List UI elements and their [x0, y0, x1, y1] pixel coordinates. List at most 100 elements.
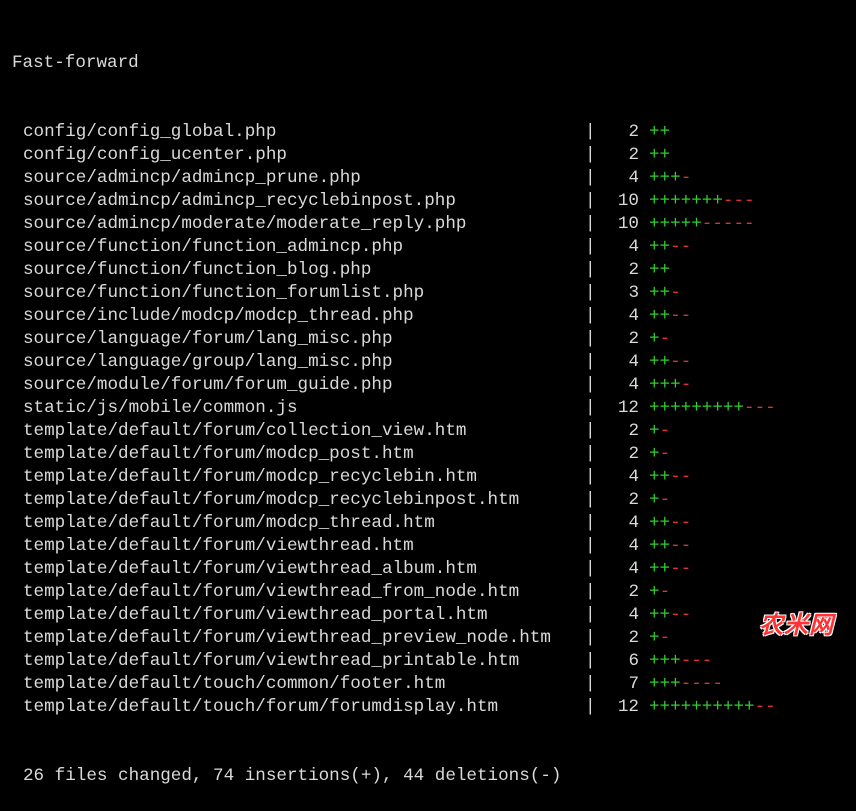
change-count: 4: [628, 467, 639, 487]
change-count: 12: [617, 398, 639, 418]
diffstat-row: template/default/touch/common/footer.htm…: [0, 673, 856, 696]
change-count: 2: [628, 145, 639, 165]
change-count: 2: [628, 628, 639, 648]
change-count: 2: [628, 444, 639, 464]
column-separator: |: [585, 145, 596, 165]
deletions-marks: -----: [701, 214, 755, 234]
diffstat-row: template/default/forum/viewthread_album.…: [0, 558, 856, 581]
change-bar: +++---: [639, 650, 712, 673]
file-path: template/default/touch/common/footer.htm: [23, 674, 446, 694]
deletions-marks: --: [670, 513, 692, 533]
column-separator: |: [585, 444, 596, 464]
deletions-marks: ---: [722, 191, 755, 211]
column-separator: |: [585, 559, 596, 579]
change-bar: ++--: [639, 604, 691, 627]
diffstat-row: source/admincp/admincp_recyclebinpost.ph…: [0, 190, 856, 213]
change-count: 2: [628, 582, 639, 602]
change-bar: ++--: [639, 236, 691, 259]
deletions-marks: -: [659, 444, 671, 464]
diffstat-row: source/admincp/moderate/moderate_reply.p…: [0, 213, 856, 236]
column-separator: |: [585, 306, 596, 326]
column-separator: |: [585, 122, 596, 142]
change-count: 2: [628, 260, 639, 280]
insertions-marks: ++: [649, 605, 671, 625]
insertions-marks: +++: [649, 674, 681, 694]
file-path: source/admincp/admincp_recyclebinpost.ph…: [23, 191, 456, 211]
file-path: template/default/forum/modcp_post.htm: [23, 444, 414, 464]
file-path: template/default/forum/collection_view.h…: [23, 421, 467, 441]
change-bar: ++--: [639, 535, 691, 558]
change-bar: ++: [639, 121, 670, 144]
deletions-marks: -: [659, 628, 671, 648]
change-bar: +++-: [639, 374, 691, 397]
diffstat-row: template/default/forum/viewthread_from_n…: [0, 581, 856, 604]
insertions-marks: +: [649, 582, 660, 602]
diffstat-row: template/default/forum/viewthread_previe…: [0, 627, 856, 650]
change-bar: ++: [639, 144, 670, 167]
change-bar: +-: [639, 443, 670, 466]
change-count: 3: [628, 283, 639, 303]
file-path: template/default/forum/viewthread_previe…: [23, 628, 551, 648]
insertions-marks: +++++: [649, 214, 702, 234]
column-separator: |: [585, 651, 596, 671]
diffstat-list: config/config_global.php | 2 ++ config/confi…: [0, 121, 856, 719]
diffstat-row: source/language/group/lang_misc.php | 4 ++-…: [0, 351, 856, 374]
insertions-marks: ++: [649, 559, 671, 579]
file-path: source/admincp/moderate/moderate_reply.p…: [23, 214, 467, 234]
diffstat-row: template/default/forum/modcp_recyclebinp…: [0, 489, 856, 512]
insertions-marks: ++: [649, 122, 671, 142]
diffstat-row: template/default/forum/collection_view.h…: [0, 420, 856, 443]
file-path: template/default/forum/viewthread_portal…: [23, 605, 488, 625]
insertions-marks: ++: [649, 283, 671, 303]
insertions-marks: +: [649, 490, 660, 510]
deletions-marks: ---: [680, 651, 713, 671]
insertions-marks: ++: [649, 467, 671, 487]
change-count: 12: [617, 697, 639, 717]
change-count: 4: [628, 536, 639, 556]
insertions-marks: +++++++++: [649, 398, 745, 418]
column-separator: |: [585, 513, 596, 533]
file-path: template/default/forum/viewthread_printa…: [23, 651, 520, 671]
file-path: template/default/forum/viewthread_from_n…: [23, 582, 520, 602]
column-separator: |: [585, 283, 596, 303]
deletions-marks: --: [670, 536, 692, 556]
column-separator: |: [585, 467, 596, 487]
change-count: 4: [628, 306, 639, 326]
change-bar: ++++++++++--: [639, 696, 776, 719]
diffstat-row: source/function/function_blog.php | 2 ++: [0, 259, 856, 282]
insertions-marks: ++: [649, 306, 671, 326]
file-path: template/default/forum/modcp_recyclebin.…: [23, 467, 477, 487]
diffstat-row: source/function/function_admincp.php | 4 ++…: [0, 236, 856, 259]
change-count: 6: [628, 651, 639, 671]
change-bar: +-: [639, 627, 670, 650]
change-bar: ++--: [639, 351, 691, 374]
deletions-marks: --: [670, 559, 692, 579]
file-path: template/default/touch/forum/forumdispla…: [23, 697, 499, 717]
diffstat-row: template/default/forum/modcp_recyclebin.…: [0, 466, 856, 489]
deletions-marks: -: [659, 329, 671, 349]
column-separator: |: [585, 398, 596, 418]
change-count: 4: [628, 605, 639, 625]
insertions-marks: +++: [649, 375, 681, 395]
diffstat-row: static/js/mobile/common.js | 12 +++++++++--…: [0, 397, 856, 420]
diffstat-row: source/include/modcp/modcp_thread.php | 4 +…: [0, 305, 856, 328]
insertions-marks: ++: [649, 145, 671, 165]
change-count: 4: [628, 559, 639, 579]
file-path: source/language/group/lang_misc.php: [23, 352, 393, 372]
insertions-marks: ++: [649, 536, 671, 556]
watermark-logo: 农米网: [759, 611, 834, 639]
change-bar: ++--: [639, 558, 691, 581]
file-path: template/default/forum/viewthread_album.…: [23, 559, 477, 579]
change-count: 4: [628, 237, 639, 257]
change-count: 2: [628, 329, 639, 349]
file-path: source/include/modcp/modcp_thread.php: [23, 306, 414, 326]
deletions-marks: -: [680, 375, 692, 395]
change-bar: +++++++++---: [639, 397, 776, 420]
change-bar: +-: [639, 328, 670, 351]
change-bar: ++--: [639, 512, 691, 535]
deletions-marks: ---: [744, 398, 776, 418]
column-separator: |: [585, 260, 596, 280]
column-separator: |: [585, 237, 596, 257]
deletions-marks: --: [670, 237, 692, 257]
change-count: 4: [628, 168, 639, 188]
